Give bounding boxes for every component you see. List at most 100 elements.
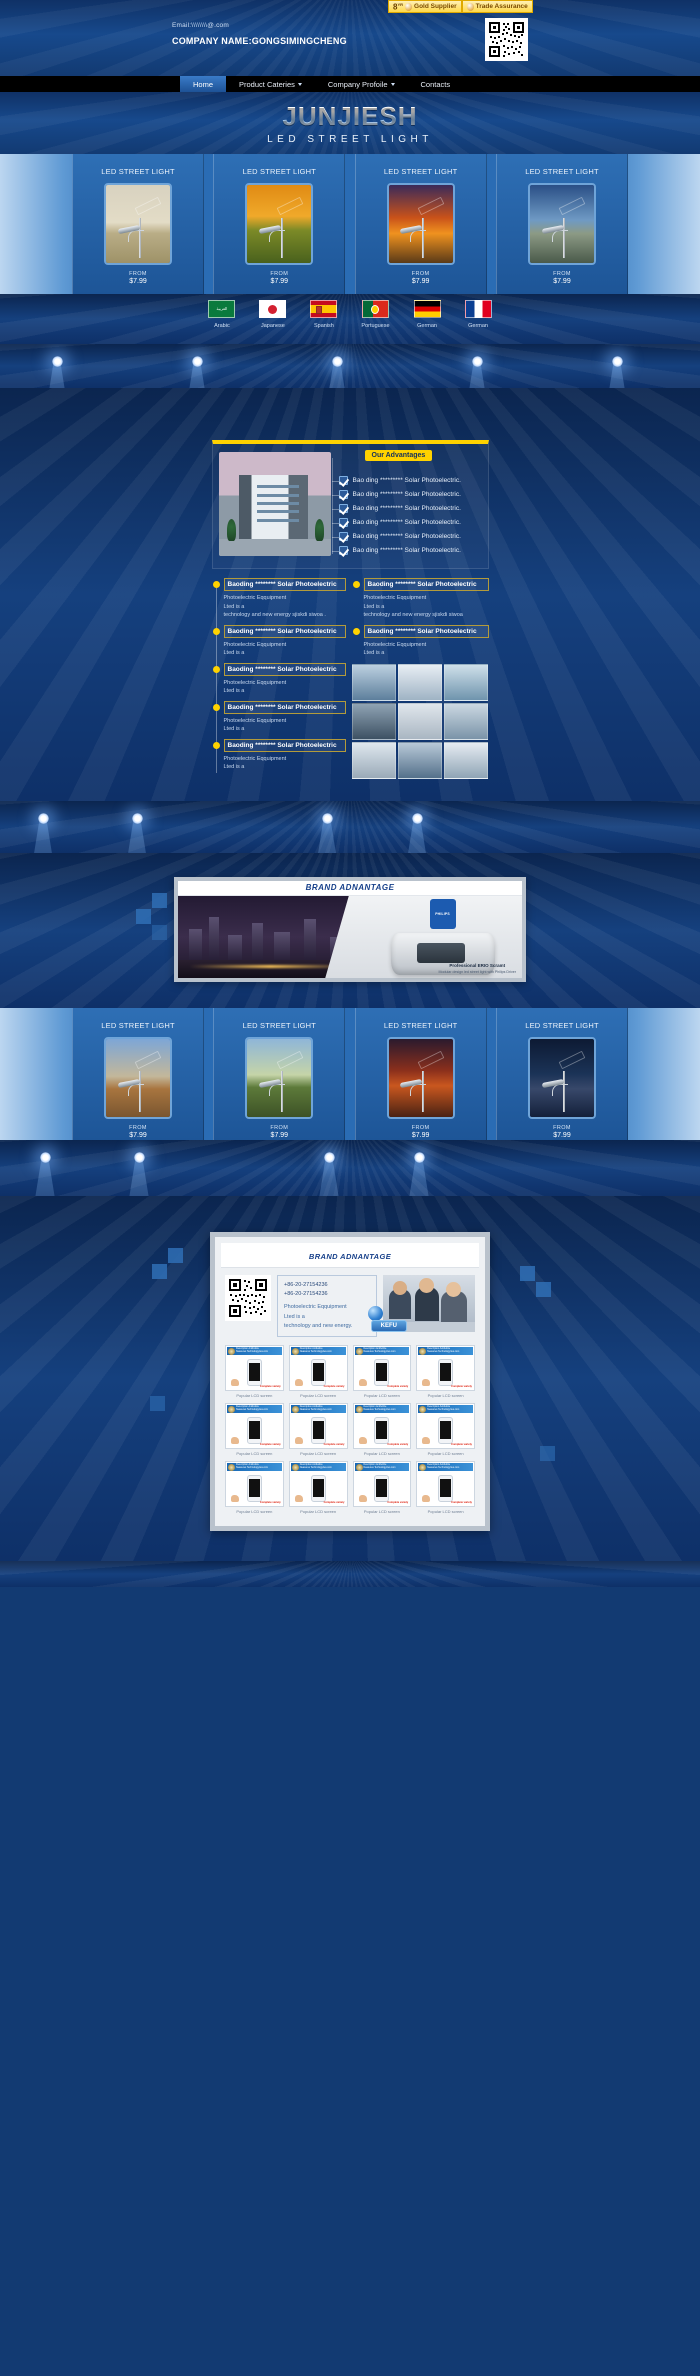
phone-product-image: Complete variety [290, 1413, 346, 1448]
price-amount: $7.99 [553, 278, 571, 285]
kefu-product-card[interactable]: Description Antibolize Neasures Technolo… [225, 1461, 284, 1514]
timeline-body: Photoelectric Eqquipment Lted is a [223, 717, 287, 733]
chevron-down-icon [297, 82, 302, 86]
factory-photo-2[interactable] [397, 663, 443, 701]
bullet-dot-icon [352, 627, 360, 635]
factory-photo-3[interactable] [444, 663, 489, 701]
qr-code-icon[interactable] [225, 1274, 271, 1321]
product-card[interactable]: LED STREET LIGHT FROM $7.99 [72, 154, 204, 294]
kefu-button[interactable]: KEFU [370, 1319, 407, 1332]
timeline-body: Photoelectric Eqquipment Lted is a [223, 755, 287, 771]
timeline-item[interactable]: Baoding ******** Solar Photoelectric Phot… [352, 624, 489, 658]
chat-bubble-icon[interactable] [368, 1305, 383, 1321]
qr-code-icon[interactable] [485, 18, 528, 61]
nav-item-contacts[interactable]: Contacts [408, 76, 464, 92]
factory-photo-8[interactable] [397, 741, 443, 779]
trade-assurance-label: Trade Assurance [475, 3, 528, 10]
product-price-block: FROM $7.99 [553, 1125, 571, 1139]
brand-caption-title: Professional ERIO Scramt [449, 963, 506, 969]
kefu-product-card[interactable]: Description Antibolize Neasures Technolo… [352, 1345, 412, 1399]
philips-logo-text: PHILIPS [435, 911, 450, 916]
nav-item-product-cateries[interactable]: Product Cateries [226, 76, 315, 92]
kefu-product-card[interactable]: Description Antibolize Neasures Technolo… [288, 1345, 348, 1399]
price-amount: $7.99 [553, 1131, 571, 1139]
flag-es-icon [310, 300, 338, 318]
kefu-product-card[interactable]: Description Antibolize Neasures Technolo… [352, 1461, 412, 1514]
language-option-portuguese[interactable]: Portuguese [361, 300, 390, 329]
seal-icon [291, 1405, 299, 1413]
product-card[interactable]: LED STREET LIGHT FROM $7.99 [213, 1007, 346, 1140]
language-option-german[interactable]: German [413, 300, 441, 329]
kefu-product-card[interactable]: Description Antibolize Neasures Technolo… [288, 1403, 348, 1457]
smartphone-icon [438, 1416, 454, 1444]
product-card[interactable]: LED STREET LIGHT FROM $7.99 [495, 1007, 628, 1140]
kefu-product-card[interactable]: Description Antibolize Neasures Technolo… [225, 1345, 284, 1398]
gold-supplier-badge[interactable]: 8YR Gold Supplier [388, 0, 462, 13]
kefu-product-card[interactable]: Description Antibolize Neasures Technolo… [416, 1403, 475, 1456]
trade-assurance-badge[interactable]: Trade Assurance [461, 0, 533, 13]
product-card[interactable]: LED STREET LIGHT FROM $7.99 [72, 1007, 204, 1140]
card-caption: Popular LCD screen [300, 1393, 337, 1399]
brand-caption: Professional ERIO Scramt Modular design … [439, 963, 517, 974]
price-amount: $7.99 [270, 1131, 289, 1139]
hand-pointing-icon [294, 1495, 303, 1503]
seal-icon [228, 1405, 235, 1413]
advantage-text: Bao ding ********* Solar Photoelectric. [352, 519, 461, 526]
phone-product-image: Complete variety [227, 1355, 282, 1390]
kefu-product-card[interactable]: Description Antibolize Neasures Technolo… [225, 1403, 284, 1456]
contact-top-row: +86-20-27154236 +86-20-27154236 Photoele… [221, 1268, 479, 1344]
card-top-text: Description Antibolize Neasures Technolo… [363, 1405, 396, 1412]
hand-pointing-icon [358, 1437, 367, 1445]
kefu-product-card[interactable]: Description Antibolize Neasures Technolo… [416, 1345, 475, 1398]
variety-badge: Complete variety [259, 1501, 281, 1505]
nav-item-company-profile[interactable]: Company Profoile [315, 76, 408, 92]
crest-icon [370, 305, 379, 314]
product-title: LED STREET LIGHT [383, 167, 458, 176]
phone-number-2: +86-20-27154236 [284, 1290, 328, 1297]
card-caption: Popular LCD screen [300, 1509, 337, 1515]
factory-photo-1[interactable] [351, 663, 396, 701]
timeline-item[interactable]: Baoding ******** Solar Photoelectric Phot… [212, 662, 346, 696]
flag-jp-icon [259, 300, 287, 318]
card-caption: Popular LCD screen [300, 1451, 337, 1457]
card-caption: Popular LCD screen [427, 1451, 464, 1457]
factory-photo-9[interactable] [444, 741, 489, 779]
supplier-badges: 8YR Gold Supplier Trade Assurance [388, 0, 533, 13]
product-card[interactable]: LED STREET LIGHT FROM $7.99 [213, 154, 346, 294]
language-option-japanese[interactable]: Japanese [259, 300, 287, 329]
language-label: Japanese [260, 323, 285, 329]
nav-item-home[interactable]: Home [180, 76, 227, 92]
factory-photo-4[interactable] [351, 702, 396, 740]
kefu-product-card[interactable]: Description Antibolize Neasures Technolo… [352, 1403, 412, 1456]
timeline-item[interactable]: Baoding ******** Solar Photoelectric Phot… [352, 578, 489, 620]
seal-icon [355, 1463, 363, 1471]
card-caption: Popular LCD screen [363, 1393, 400, 1399]
variety-badge: Complete variety [259, 1385, 281, 1389]
language-option-arabic[interactable]: العربية Arabic [208, 300, 236, 329]
email-text: Email:\\\\\\\\@.com [172, 22, 229, 29]
timeline-item[interactable]: Baoding ******** Solar Photoelectric Phot… [212, 578, 346, 620]
timeline-item[interactable]: Baoding ******** Solar Photoelectric Phot… [212, 738, 346, 772]
language-option-german[interactable]: German [464, 300, 492, 329]
card-caption: Popular LCD screen [236, 1393, 273, 1399]
seal-icon [419, 1463, 427, 1471]
timeline-item[interactable]: Baoding ******** Solar Photoelectric Phot… [212, 624, 346, 658]
language-option-spanish[interactable]: Spanish [310, 300, 338, 329]
price-from-label: FROM [270, 271, 289, 277]
product-card[interactable]: LED STREET LIGHT FROM $7.99 [354, 1007, 487, 1140]
product-strip-top: LED STREET LIGHT FROM $7.99 LED STREET LIGH… [0, 154, 700, 294]
product-card[interactable]: LED STREET LIGHT FROM $7.99 [495, 154, 628, 294]
kefu-product-card[interactable]: Description Antibolize Neasures Technolo… [288, 1461, 348, 1515]
page-subtitle: LED STREET LIGHT [267, 134, 433, 145]
product-card[interactable]: LED STREET LIGHT FROM $7.99 [354, 154, 487, 294]
factory-photo-6[interactable] [444, 702, 489, 740]
timeline-item[interactable]: Baoding ******** Solar Photoelectric Phot… [212, 700, 346, 734]
seal-icon [419, 1347, 427, 1355]
timeline-left: Baoding ******** Solar Photoelectric Phot… [212, 578, 346, 779]
card-caption: Popular LCD screen [236, 1451, 273, 1457]
factory-photo-5[interactable] [397, 702, 443, 740]
factory-photo-7[interactable] [351, 741, 396, 779]
product-title: LED STREET LIGHT [383, 1020, 458, 1030]
kefu-product-card[interactable]: Description Antibolize Neasures Technolo… [416, 1461, 475, 1514]
language-label: Arabic [214, 323, 230, 329]
